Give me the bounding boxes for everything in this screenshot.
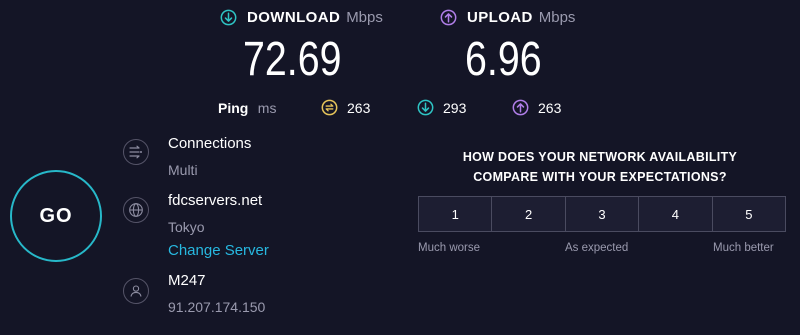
rating-option-3[interactable]: 3 — [565, 196, 640, 232]
ping-label: Ping — [218, 100, 249, 116]
isp-name: M247 — [168, 272, 206, 289]
globe-icon — [123, 197, 149, 223]
survey-question: HOW DOES YOUR NETWORK AVAILABILITY COMPA… — [430, 147, 770, 187]
download-speed-value: 72.69 — [243, 33, 342, 86]
ping-upload: 263 — [512, 99, 561, 116]
ping-idle: 263 — [321, 99, 370, 116]
scale-label-mid: As expected — [565, 242, 629, 254]
survey-question-line2: COMPARE WITH YOUR EXPECTATIONS? — [473, 170, 727, 184]
download-unit: Mbps — [346, 9, 383, 26]
ping-upload-value: 263 — [538, 99, 562, 116]
upload-label: UPLOAD — [467, 9, 533, 26]
ping-idle-value: 263 — [347, 99, 371, 116]
change-server-link[interactable]: Change Server — [168, 242, 269, 259]
survey-rating-scale: 1 2 3 4 5 — [418, 196, 787, 232]
upload-unit: Mbps — [538, 9, 576, 26]
isp-ip-address: 91.207.174.150 — [168, 299, 266, 315]
server-location: Tokyo — [168, 219, 205, 235]
rating-option-5[interactable]: 5 — [712, 196, 787, 232]
connections-icon — [123, 139, 149, 165]
download-label: DOWNLOAD — [247, 9, 341, 26]
connections-value: Multi — [168, 162, 198, 178]
upload-header: UPLOAD Mbps — [440, 9, 575, 26]
rating-option-1[interactable]: 1 — [418, 196, 493, 232]
ping-download-icon — [417, 99, 434, 116]
arrow-down-circle-icon — [220, 9, 237, 26]
arrow-up-circle-icon — [440, 9, 457, 26]
go-button[interactable]: GO — [10, 170, 102, 262]
ping-download: 293 — [417, 99, 466, 116]
scale-label-high: Much better — [713, 242, 774, 254]
ping-unit: ms — [257, 100, 277, 116]
scale-label-low: Much worse — [418, 242, 480, 254]
rating-option-2[interactable]: 2 — [492, 196, 566, 232]
ping-idle-icon — [321, 99, 338, 116]
download-header: DOWNLOAD Mbps — [220, 9, 383, 26]
connections-title: Connections — [168, 135, 252, 152]
rating-option-4[interactable]: 4 — [639, 196, 713, 232]
ping-label-group: Ping ms — [218, 100, 276, 118]
ping-download-value: 293 — [443, 99, 467, 116]
survey-question-line1: HOW DOES YOUR NETWORK AVAILABILITY — [462, 150, 738, 164]
server-name: fdcservers.net — [168, 192, 263, 209]
ping-upload-icon — [512, 99, 529, 116]
upload-speed-value: 6.96 — [465, 33, 542, 86]
user-icon — [123, 278, 149, 304]
